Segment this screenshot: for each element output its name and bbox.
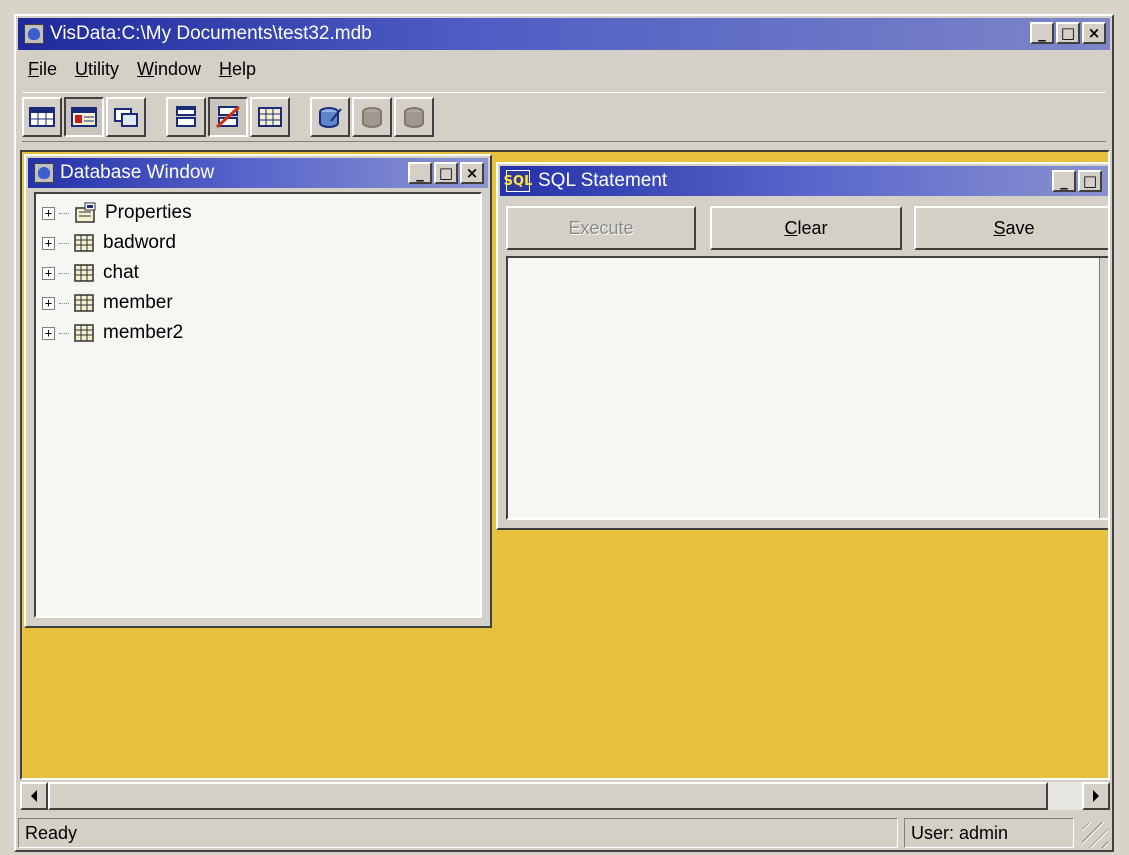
sql-maximize-button[interactable]: □ [1078,170,1102,192]
expand-icon[interactable]: + [42,326,55,340]
main-window-controls: _ □ × [1030,22,1106,44]
sql-window-title: SQL Statement [538,170,668,191]
expand-icon[interactable]: + [42,236,55,250]
scroll-track[interactable] [1048,782,1082,810]
menu-window[interactable]: Window [131,59,213,80]
tree-connector [59,272,69,274]
arrow-right-icon [1093,790,1099,802]
rollback-button[interactable] [394,97,434,137]
database-tree[interactable]: + Properties + badword + chat + member +… [34,192,482,618]
tree-connector [59,302,69,304]
begin-transaction-button[interactable] [310,97,350,137]
commit-button[interactable] [352,97,392,137]
table-icon [73,263,95,283]
database-window-icon[interactable] [34,163,54,183]
main-title-bar[interactable]: VisData:C:\My Documents\test32.mdb _ □ × [18,18,1110,50]
tree-node-label: Properties [105,202,192,223]
tree-node-member[interactable]: + member [42,288,480,318]
menu-utility[interactable]: Utility [69,59,131,80]
dbgrid-control-button[interactable] [250,97,290,137]
clear-button[interactable]: Clear [710,206,902,250]
tree-node-chat[interactable]: + chat [42,258,480,288]
sql-icon[interactable]: SQL [504,170,532,192]
tree-node-label: chat [103,262,139,283]
expand-icon[interactable]: + [42,266,55,280]
resize-grip-icon[interactable] [1082,822,1108,848]
properties-icon [73,202,97,224]
sql-minimize-button[interactable]: _ [1052,170,1076,192]
tree-node-label: member2 [103,322,184,343]
database-window-title-bar[interactable]: Database Window _ □ × [28,158,488,188]
maximize-button[interactable]: □ [1056,22,1080,44]
arrow-left-icon [31,790,37,802]
status-message-panel: Ready [18,818,898,848]
sql-query-textarea[interactable] [506,256,1108,520]
sql-vertical-scrollbar[interactable] [1099,258,1108,518]
menu-help[interactable]: Help [213,59,268,80]
dbgrid-icon [258,107,282,127]
rollback-icon [404,107,424,128]
table-icon [73,323,95,343]
sql-button-row: Execute Clear Save [506,206,1108,252]
tree-node-label: badword [103,232,176,253]
tree-node-badword[interactable]: + badword [42,228,480,258]
scroll-right-button[interactable] [1082,782,1110,810]
tree-connector [59,242,69,244]
tree-connector [59,332,69,334]
sql-window-title-bar[interactable]: SQL SQL Statement _ □ [500,166,1108,196]
database-window: Database Window _ □ × + Properties + bad… [24,154,492,628]
status-user-panel: User: admin [904,818,1074,848]
menu-file[interactable]: File [22,59,69,80]
table-icon [73,233,95,253]
snapshot-type-button[interactable] [106,97,146,137]
status-bar: Ready User: admin [18,816,1110,850]
begin-transaction-icon [319,107,342,128]
expand-icon[interactable]: + [42,296,55,310]
save-button[interactable]: Save [914,206,1108,250]
data-control-icon [176,106,196,127]
database-window-title: Database Window [60,162,215,183]
table-icon [29,107,55,127]
database-maximize-button[interactable]: □ [434,162,458,184]
expand-icon[interactable]: + [42,206,55,220]
close-button[interactable]: × [1082,22,1106,44]
dynaset-type-button[interactable] [64,97,104,137]
tree-node-properties[interactable]: + Properties [42,198,480,228]
no-data-control-button[interactable] [208,97,248,137]
scroll-left-button[interactable] [20,782,48,810]
sql-window-controls: _ □ [1052,170,1102,192]
table-type-button[interactable] [22,97,62,137]
tree-node-member2[interactable]: + member2 [42,318,480,348]
main-window-title: VisData:C:\My Documents\test32.mdb [50,23,372,44]
database-close-button[interactable]: × [460,162,484,184]
visdata-app-icon[interactable] [24,24,44,44]
database-window-controls: _ □ × [408,162,484,184]
scroll-thumb[interactable] [48,782,1048,810]
minimize-button[interactable]: _ [1030,22,1054,44]
tree-node-label: member [103,292,173,313]
database-minimize-button[interactable]: _ [408,162,432,184]
toolbar [22,92,1106,142]
sql-statement-window: SQL SQL Statement _ □ Execute Clear Save [496,162,1108,530]
dynaset-icon [71,107,97,127]
snapshot-icon [114,108,138,127]
data-control-button[interactable] [166,97,206,137]
visdata-main-window: VisData:C:\My Documents\test32.mdb _ □ ×… [14,14,1114,852]
mdi-client-area: Database Window _ □ × + Properties + bad… [20,150,1110,780]
horizontal-scrollbar[interactable] [20,782,1110,810]
table-icon [73,293,95,313]
execute-button[interactable]: Execute [506,206,696,250]
commit-icon [362,107,382,128]
menu-bar: File Utility Window Help [22,52,268,86]
no-data-control-icon [215,105,241,129]
tree-connector [59,212,69,214]
